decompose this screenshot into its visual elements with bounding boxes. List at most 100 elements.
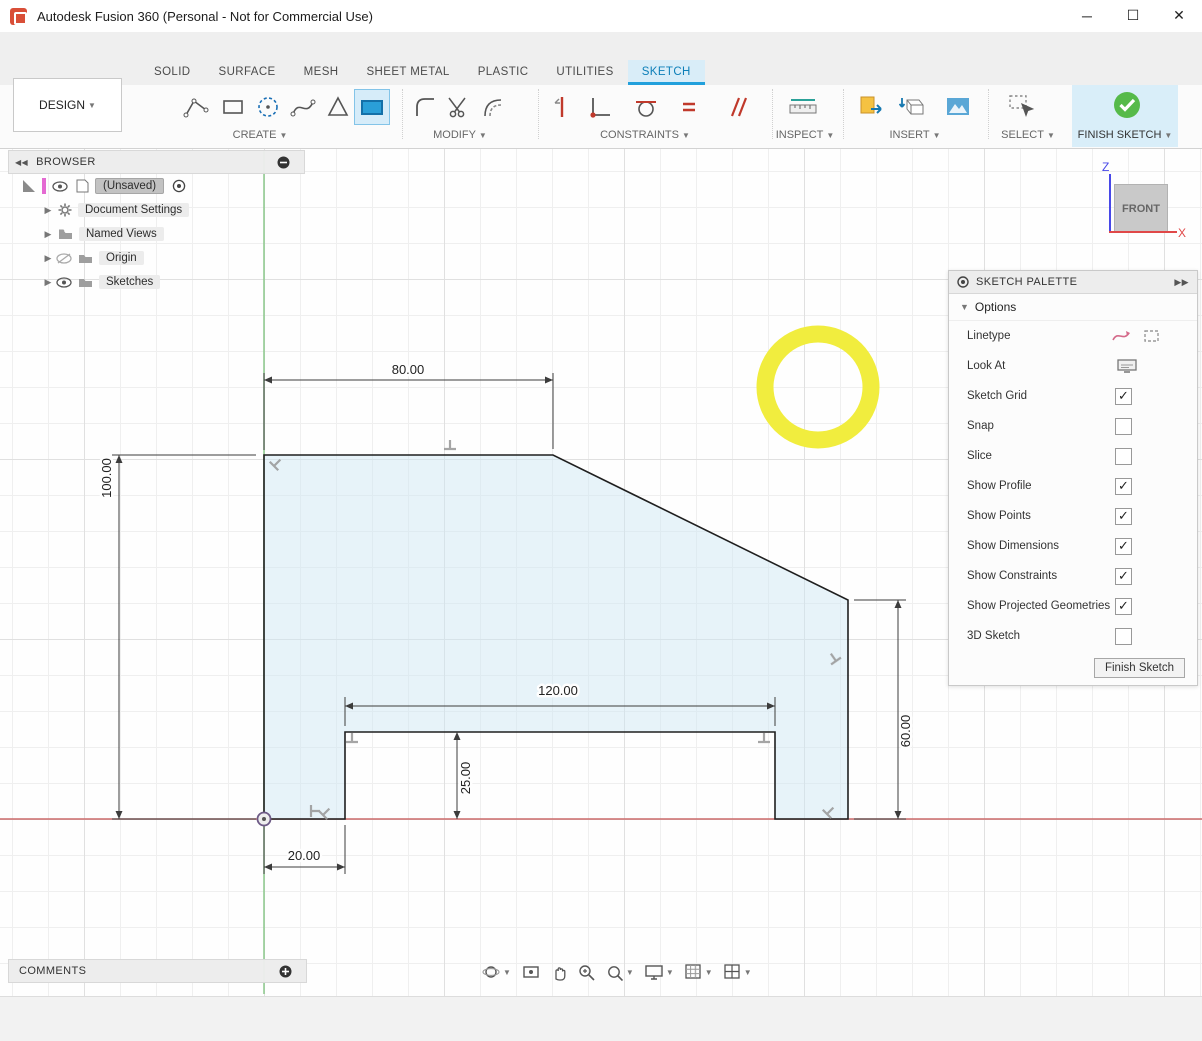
measure-tool-button[interactable] [786,90,820,124]
orbit-button[interactable]: ▼ [482,963,511,981]
browser-item-label[interactable]: Origin [99,251,144,265]
pan-button[interactable] [551,964,567,981]
modify-group-label[interactable]: MODIFY▼ [405,129,515,141]
maximize-button[interactable]: ☐ [1110,0,1156,31]
snap-checkbox[interactable] [1115,418,1132,435]
target-icon[interactable] [172,179,186,193]
options-label: Options [975,300,1016,314]
browser-root-row[interactable]: (Unsaved) [8,174,305,198]
spline-tool-button[interactable] [286,90,320,124]
3d-sketch-checkbox[interactable] [1115,628,1132,645]
show-dimensions-checkbox[interactable] [1115,538,1132,555]
offset-tool-button[interactable] [475,90,509,124]
folder-icon [78,276,93,288]
zoom-button[interactable] [578,964,595,981]
finish-sketch-palette-button[interactable]: Finish Sketch [1094,658,1185,678]
caret-down-icon: ▼ [705,968,713,977]
fit-button[interactable]: ▼ [606,964,634,981]
finish-sketch-icon-wrap[interactable] [1110,88,1144,122]
create-group-label[interactable]: CREATE▼ [200,129,320,141]
polygon-tool-button[interactable] [321,90,355,124]
comment-add-icon[interactable] [279,965,292,978]
comments-panel-header[interactable]: COMMENTS [8,959,307,983]
palette-row-snap: Snap [949,411,1197,441]
two-point-rectangle-tool-button[interactable] [354,89,390,125]
circle-tool-button[interactable] [251,90,285,124]
workspace-selector[interactable]: DESIGN▼ [13,78,122,132]
sketch-grid-checkbox[interactable] [1115,388,1132,405]
browser-item-named-views[interactable]: ▶ Named Views [8,222,305,246]
show-constraints-checkbox[interactable] [1115,568,1132,585]
tab-solid[interactable]: SOLID [140,60,205,85]
minimize-button[interactable]: ─ [1064,0,1110,31]
browser-header[interactable]: ◀◀ BROWSER [8,150,305,174]
insert-derive-button[interactable] [855,90,889,124]
expand-right-icon[interactable]: ▶▶ [1174,277,1189,288]
parallel-constraint-button[interactable] [719,90,753,124]
equal-constraint-button[interactable] [672,90,706,124]
selection-bar [42,178,46,194]
display-settings-button[interactable]: ▼ [645,964,674,980]
expand-arrow-icon[interactable]: ▶ [42,229,54,240]
linetype-icon[interactable] [1111,328,1131,344]
tab-mesh[interactable]: MESH [290,60,353,85]
canvas-tool-button[interactable] [941,90,975,124]
look-at-button[interactable] [522,964,540,980]
select-tool-button[interactable] [1005,90,1039,124]
root-label[interactable]: (Unsaved) [95,178,164,194]
tab-sheet-metal[interactable]: SHEET METAL [352,60,463,85]
browser-item-origin[interactable]: ▶ Origin [8,246,305,270]
select-group-label[interactable]: SELECT▼ [978,129,1078,141]
viewcube[interactable]: Z FRONT X [1098,158,1193,250]
show-points-checkbox[interactable] [1115,508,1132,525]
coincident-constraint-button[interactable] [584,90,618,124]
fillet-tool-button[interactable] [408,90,442,124]
circle-tool-icon [255,94,281,120]
tab-utilities[interactable]: UTILITIES [542,60,627,85]
viewcube-front-face[interactable]: FRONT [1114,184,1168,233]
inspect-group-label[interactable]: INSPECT▼ [755,129,855,141]
eye-icon[interactable] [56,277,72,288]
viewports-button[interactable]: ▼ [724,964,752,980]
expand-arrow-icon[interactable]: ▶ [42,205,54,216]
browser-item-sketches[interactable]: ▶ Sketches [8,270,305,294]
sketch-palette-header[interactable]: SKETCH PALETTE ▶▶ [949,271,1197,294]
slice-checkbox[interactable] [1115,448,1132,465]
tab-surface[interactable]: SURFACE [205,60,290,85]
navigation-bar: ▼ ▼ ▼ ▼ ▼ [482,959,752,985]
browser-item-label[interactable]: Sketches [99,275,160,289]
tab-sketch[interactable]: SKETCH [628,60,705,85]
line-tool-button[interactable] [179,90,213,124]
eye-off-icon[interactable] [56,253,72,264]
fit-icon [606,964,623,981]
close-button[interactable]: ✕ [1156,0,1202,31]
construction-icon[interactable] [1143,329,1161,344]
browser-item-label[interactable]: Named Views [79,227,164,241]
finish-sketch-label[interactable]: FINISH SKETCH▼ [1072,129,1178,141]
show-profile-checkbox[interactable] [1115,478,1132,495]
look-at-icon[interactable] [1117,359,1137,374]
caret-down-icon: ▼ [933,131,941,140]
viewcube-z-label: Z [1102,160,1109,174]
expand-arrow-icon[interactable]: ▶ [42,253,54,264]
tab-plastic[interactable]: PLASTIC [464,60,543,85]
caret-down-icon: ▼ [826,131,834,140]
insert-mesh-button[interactable] [896,90,930,124]
remove-icon[interactable] [277,156,290,169]
tangent-constraint-button[interactable] [629,90,663,124]
eye-icon[interactable] [52,181,68,192]
grid-snaps-button[interactable]: ▼ [685,964,713,980]
constraints-group-label[interactable]: CONSTRAINTS▼ [580,129,710,141]
rectangle-tool-button[interactable] [216,90,250,124]
options-section-header[interactable]: ▼ Options [949,294,1197,321]
vertical-constraint-button[interactable] [545,90,579,124]
show-projected-geometries-checkbox[interactable] [1115,598,1132,615]
collapse-icon[interactable]: ◀◀ [15,158,28,167]
trim-tool-button[interactable] [441,90,475,124]
browser-item-label[interactable]: Document Settings [78,203,189,217]
browser-item-document-settings[interactable]: ▶ Document Settings [8,198,305,222]
expand-arrow-icon[interactable]: ▶ [42,277,54,288]
folder-icon [78,252,93,264]
viewcube-x-label: X [1178,226,1186,240]
insert-group-label[interactable]: INSERT▼ [865,129,965,141]
